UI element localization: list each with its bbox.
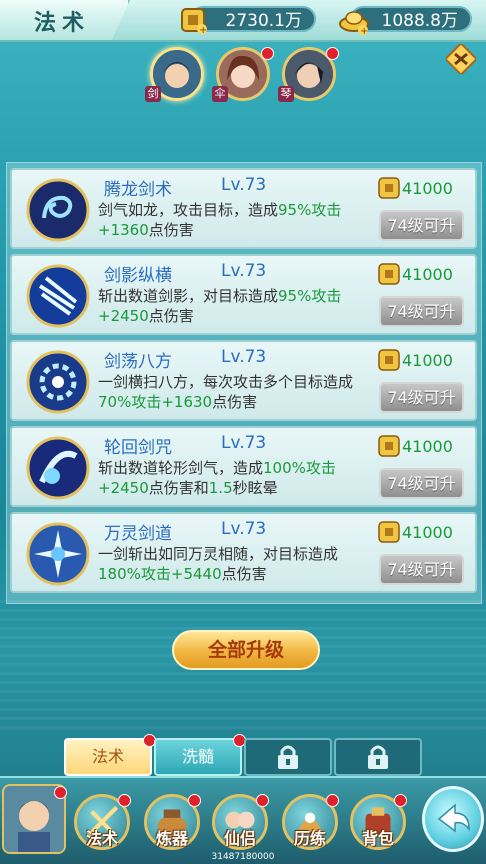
coin-icon [378,435,400,457]
skill-text: 点伤害 [148,221,194,239]
notification-dot [54,786,67,799]
skill-text: 剑气如龙，攻击目标，造成 [98,201,279,219]
tab-locked-2[interactable] [334,738,422,776]
tab-locked-1[interactable] [244,738,332,776]
nav-label: 仙侣 [223,829,256,848]
upgrade-cost: 41000 [378,520,468,544]
notification-dot [256,794,269,807]
skill-level: Lv.73 [221,175,267,195]
skill-value: 1.5 [208,479,233,497]
gold-currency[interactable]: + 1088.8万 [339,6,472,36]
skill-name: 万灵剑道 [104,524,172,544]
character-tag: 剑 [145,86,161,102]
coin-icon [378,349,400,371]
skill-text: 点伤害 [148,307,194,325]
dragon-swirl-icon [26,178,90,242]
skill-text: 一剑横扫八方，每次攻击多个目标造成 [98,373,354,391]
lock-icon [368,745,388,769]
skill-text: 一剑斩出如同万灵相随，对目标造成 [98,545,339,563]
coin-icon [378,521,400,543]
skill-card[interactable]: 腾龙剑术 Lv.73 剑气如龙，攻击目标，造成95%攻击+1360点伤害 41000 7… [10,168,477,249]
skill-card[interactable]: 万灵剑道 Lv.73 一剑斩出如同万灵相随，对目标造成 180%攻击+5440点伤害 4… [10,512,477,593]
silver-currency[interactable]: + 2730.1万 [181,6,316,36]
skill-text: 点伤害 [212,393,258,411]
coin-icon [378,177,400,199]
page-title: 法术 [34,10,91,36]
footer-text: 31487180000 [211,852,275,862]
upgrade-button[interactable]: 74级可升 [379,468,464,499]
skill-value: 180%攻击+5440 [98,565,222,583]
skill-name: 腾龙剑术 [104,180,172,200]
notification-dot [394,794,407,807]
notification-dot [118,794,131,807]
upgrade-cost: 41000 [378,348,468,372]
upgrade-all-button[interactable]: 全部升级 [172,630,320,670]
skill-description: 一剑斩出如同万灵相随，对目标造成 180%攻击+5440点伤害 [98,544,378,584]
tab-spells[interactable]: 法术 [64,738,152,776]
return-arrow-icon [437,803,470,833]
spirit-star-icon [26,522,90,586]
settings-icon[interactable] [446,44,476,74]
upgrade-cost: 41000 [378,434,468,458]
skill-value: 70%攻击+1630 [98,393,213,411]
skill-text: 斩出数道剑影，对目标造成 [98,287,279,305]
skill-level: Lv.73 [221,261,267,281]
upgrade-button[interactable]: 74级可升 [379,554,464,585]
skill-level: Lv.73 [221,433,267,453]
skill-description: 剑气如龙，攻击目标，造成95%攻击+1360点伤害 [98,200,378,240]
skill-name: 轮回剑咒 [104,438,172,458]
skill-card[interactable]: 轮回剑咒 Lv.73 斩出数道轮形剑气，造成100%攻击+2450点伤害和1.5秒眩… [10,426,477,507]
cost-amount: 41000 [402,351,453,370]
skill-name: 剑影纵横 [104,266,172,286]
upgrade-button[interactable]: 74级可升 [379,382,464,413]
coin-icon [378,263,400,285]
character-tag: 琴 [278,86,294,102]
skill-description: 一剑横扫八方，每次攻击多个目标造成 70%攻击+1630点伤害 [98,372,378,412]
upgrade-cost: 41000 [378,262,468,286]
skill-description: 斩出数道轮形剑气，造成100%攻击+2450点伤害和1.5秒眩晕 [98,458,378,498]
cost-amount: 41000 [402,437,453,456]
notification-dot [326,47,339,60]
notification-dot [261,47,274,60]
skill-text: 斩出数道轮形剑气，造成 [98,459,264,477]
ingot-silver-icon: + [181,8,207,36]
upgrade-button[interactable]: 74级可升 [379,296,464,327]
sword-shadow-icon [26,264,90,328]
skill-text: 秒眩晕 [232,479,278,497]
skill-level: Lv.73 [221,347,267,367]
cost-amount: 41000 [402,265,453,284]
character-tag: 伞 [212,86,228,102]
top-bar: 法术 + 2730.1万 + 1088.8万 [0,0,486,42]
skill-level: Lv.73 [221,519,267,539]
skill-text: 点伤害和 [148,479,209,497]
wind-wheel-icon [26,350,90,414]
nav-label: 炼器 [155,829,188,848]
svg-text:+: + [199,25,207,36]
upgrade-cost: 41000 [378,176,468,200]
lock-icon [278,745,298,769]
skill-name: 剑荡八方 [104,352,172,372]
skill-description: 斩出数道剑影，对目标造成95%攻击+2450点伤害 [98,286,378,326]
svg-text:+: + [360,26,368,36]
nav-label: 背包 [361,829,394,848]
nav-label: 历练 [293,829,326,848]
upgrade-button[interactable]: 74级可升 [379,210,464,241]
silver-amount: 2730.1万 [225,11,302,31]
gold-ingot-icon: + [339,11,369,36]
cost-amount: 41000 [402,523,453,542]
gold-amount: 1088.8万 [381,11,458,31]
skill-text: 点伤害 [221,565,267,583]
notification-dot [188,794,201,807]
nav-label: 法术 [85,829,118,848]
skill-card[interactable]: 剑荡八方 Lv.73 一剑横扫八方，每次攻击多个目标造成 70%攻击+1630点伤害 4… [10,340,477,421]
sword-ring-icon [26,436,90,500]
cost-amount: 41000 [402,179,453,198]
notification-dot [326,794,339,807]
back-button[interactable] [422,786,484,852]
tab-cleanse[interactable]: 洗髓 [154,738,242,776]
skill-card[interactable]: 剑影纵横 Lv.73 斩出数道剑影，对目标造成95%攻击+2450点伤害 41000 7… [10,254,477,335]
